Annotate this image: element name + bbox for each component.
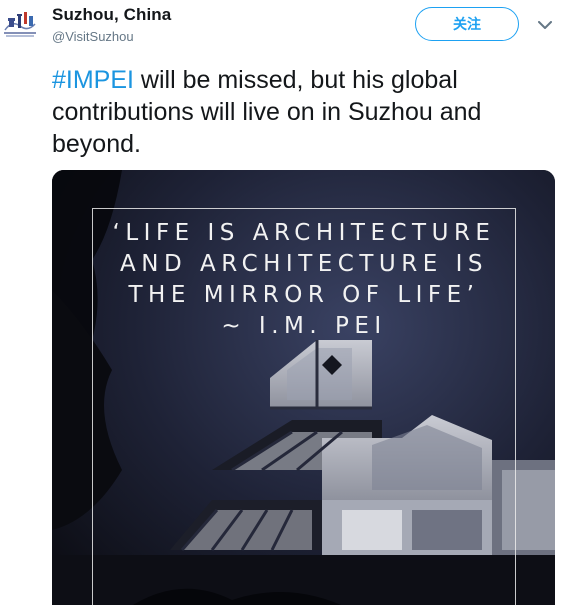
quote-attribution: ~ I.M. PEI xyxy=(221,313,387,339)
follow-button[interactable]: 关注 xyxy=(415,7,519,41)
hashtag-link[interactable]: #IMPEI xyxy=(52,66,134,94)
chevron-down-icon xyxy=(538,20,552,29)
display-name[interactable]: Suzhou, China xyxy=(52,5,171,25)
tweet-card: Suzhou, China @VisitSuzhou 关注 #IMPEI wil… xyxy=(0,0,568,605)
quote-line-1: ‘LIFE IS ARCHITECTURE xyxy=(112,220,496,246)
avatar[interactable] xyxy=(2,6,38,42)
more-options-button[interactable] xyxy=(534,14,556,36)
suzhou-pagoda-logo-icon xyxy=(2,6,38,42)
quote-line-3: THE MIRROR OF LIFE’ xyxy=(128,282,480,308)
account-handle[interactable]: @VisitSuzhou xyxy=(52,29,134,44)
tweet-text: #IMPEI will be missed, but his global co… xyxy=(52,64,552,160)
quote-line-2: AND ARCHITECTURE IS xyxy=(120,251,488,277)
tweet-photo[interactable]: ‘LIFE IS ARCHITECTURE AND ARCHITECTURE I… xyxy=(52,170,555,605)
